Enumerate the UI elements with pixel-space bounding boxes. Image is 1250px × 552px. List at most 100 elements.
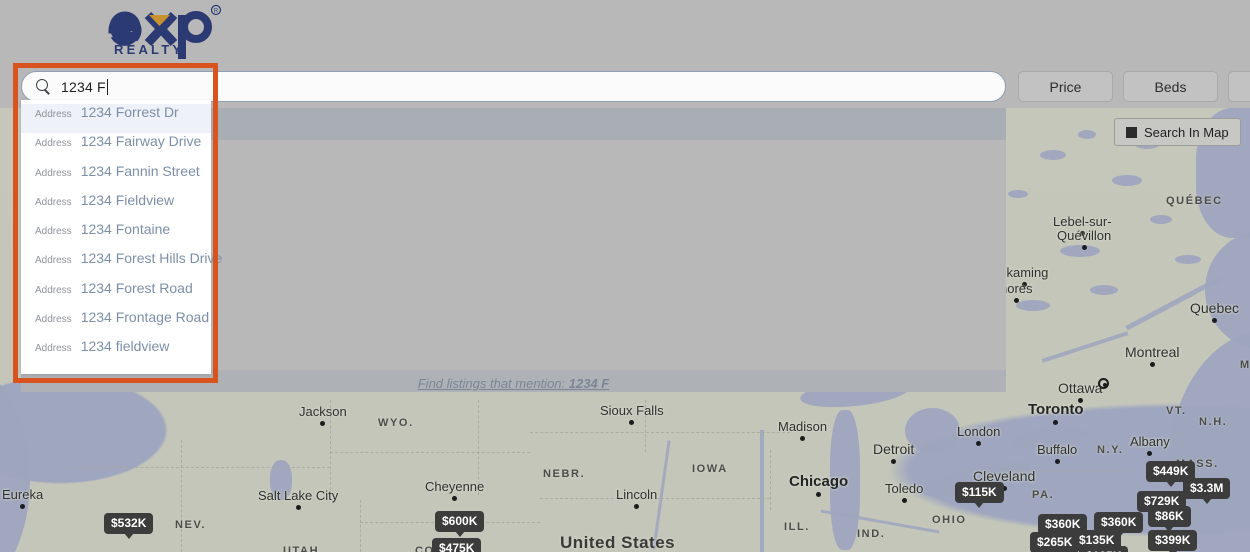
map-city-dot xyxy=(901,498,907,503)
map-city-label: Detroit xyxy=(873,441,914,464)
map-city-label: Chicago xyxy=(789,473,848,497)
suggestion-item[interactable]: Address 1234 Fieldview xyxy=(21,192,211,221)
map-state-label: VT. xyxy=(1166,405,1187,417)
map-city-dot xyxy=(1013,298,1019,303)
map-city-dot xyxy=(1077,398,1083,403)
map-city-text: Lebel-sur- xyxy=(1053,214,1112,229)
country-label: United States xyxy=(560,533,676,552)
map-city-label: Jackson xyxy=(299,404,347,426)
map-price-pin[interactable]: $115K xyxy=(955,482,1004,509)
suggestion-item[interactable]: Address 1234 Frontage Road xyxy=(21,309,211,338)
map-city-label: Sioux Falls xyxy=(600,403,664,425)
map-city-dot xyxy=(1054,459,1060,464)
suggestion-item[interactable]: Address 1234 Forest Hills Drive xyxy=(21,250,222,279)
suggestion-type-label: Address xyxy=(35,343,72,355)
map-state-label: M xyxy=(1240,359,1250,371)
map-city-label: Eureka xyxy=(2,487,43,509)
suggestion-address: 1234 Forest Hills Drive xyxy=(80,250,223,267)
search-input[interactable]: 1234 F xyxy=(21,71,1006,102)
map-city-text: Quévillon xyxy=(1057,228,1112,243)
border-h-3 xyxy=(530,432,790,433)
border-h-2 xyxy=(330,452,530,453)
suggestion-address: 1234 Forrest Dr xyxy=(80,104,179,120)
border-v-5 xyxy=(360,500,361,552)
suggestion-item[interactable]: Address 1234 fieldview xyxy=(21,338,211,367)
map-price-pin[interactable]: $475K xyxy=(432,538,482,552)
map-state-label: OHIO xyxy=(932,514,967,526)
suggestion-address: 1234 Fairway Drive xyxy=(80,133,202,150)
map-city-label: Quévillon xyxy=(1057,228,1111,250)
search-input-value: 1234 F xyxy=(61,78,106,95)
find-listings-link[interactable]: Find listings that mention: 1234 F xyxy=(21,376,1006,391)
map-price-pin[interactable]: $532K xyxy=(104,513,154,540)
ottawa-capital-marker xyxy=(1098,378,1109,389)
map-city-label: Lincoln xyxy=(616,487,657,509)
exp-realty-logo[interactable]: R REALTY xyxy=(108,2,238,62)
border-v-2 xyxy=(181,440,182,552)
map-city-dot xyxy=(891,459,897,464)
map-price-pin[interactable]: $600K xyxy=(435,511,485,538)
filter-price-label: Price xyxy=(1049,78,1082,95)
map-state-label: ILL. xyxy=(784,521,810,533)
map-city-label: Montreal xyxy=(1125,344,1179,367)
site-header: R REALTY xyxy=(0,0,1250,66)
map-city-text: Montreal xyxy=(1125,344,1180,360)
svg-text:REALTY: REALTY xyxy=(114,42,184,57)
find-listings-prefix: Find listings that mention: xyxy=(417,376,569,391)
suggestion-item[interactable]: Address 1234 Fairway Drive xyxy=(21,133,211,162)
suggestion-item[interactable]: Address 1234 Forrest Dr xyxy=(21,104,211,134)
map-city-text: Lincoln xyxy=(616,487,658,502)
suggestion-type-label: Address xyxy=(35,109,72,120)
map-city-text: Jackson xyxy=(299,404,347,419)
suggestion-address: 1234 Fieldview xyxy=(80,191,175,208)
filter-beds-button[interactable]: Beds xyxy=(1123,71,1218,102)
search-icon xyxy=(36,79,51,94)
map-state-label: WYO. xyxy=(378,417,414,429)
suggestion-address: 1234 fieldview xyxy=(80,338,170,355)
map-city-label: Toronto xyxy=(1028,401,1084,425)
map-city-label: Buffalo xyxy=(1037,442,1077,464)
border-h-1 xyxy=(70,467,330,468)
border-v-6 xyxy=(770,450,771,510)
map-city-dot xyxy=(800,436,806,441)
filter-beds-label: Beds xyxy=(1154,78,1187,95)
search-in-map-button[interactable]: Search In Map xyxy=(1114,118,1241,146)
map-price-pin[interactable]: $135K xyxy=(1079,546,1129,552)
mississippi-river xyxy=(760,430,764,552)
map-city-text: Quebec xyxy=(1190,300,1240,316)
lake-speckle-a xyxy=(1040,150,1066,160)
map-city-dot xyxy=(452,496,458,501)
map-city-dot xyxy=(1147,451,1153,456)
map-city-dot xyxy=(1081,245,1087,250)
suggestion-item[interactable]: Address 1234 Fannin Street xyxy=(21,163,211,192)
lake-speckle-c xyxy=(1112,175,1142,186)
map-city-text: Eureka xyxy=(2,487,44,502)
lake-speckle-b xyxy=(1078,130,1096,139)
map-state-label: NEV. xyxy=(175,519,207,531)
map-city-dot xyxy=(20,504,26,509)
map-city-dot xyxy=(629,420,635,425)
find-listings-query: 1234 F xyxy=(568,376,610,391)
app-root: Eureka Salt Lake City Jackson Cheyenne Linco… xyxy=(0,0,1250,552)
map-city-dot xyxy=(295,505,301,510)
map-city-text: Albany xyxy=(1130,434,1170,449)
map-price-pin[interactable]: $399K xyxy=(1148,530,1198,552)
filter-more-button[interactable]: More xyxy=(1228,71,1250,102)
map-city-dot xyxy=(634,504,640,509)
map-city-dot xyxy=(976,441,982,446)
map-price-pin[interactable]: $3.3M xyxy=(1183,478,1231,505)
map-state-label: PA. xyxy=(1032,489,1055,501)
search-in-map-label: Search In Map xyxy=(1144,124,1229,140)
map-city-dot xyxy=(816,492,822,497)
map-price-pin[interactable]: $86K xyxy=(1148,506,1191,533)
suggestion-address: 1234 Fontaine xyxy=(80,221,171,238)
map-city-text: Detroit xyxy=(873,441,915,457)
map-city-label: Ottawa xyxy=(1058,380,1102,403)
filter-price-button[interactable]: Price xyxy=(1018,71,1113,102)
suggestion-item[interactable]: Address 1234 Fontaine xyxy=(21,221,211,250)
suggestion-type-label: Address xyxy=(35,226,72,238)
map-state-label: N.H. xyxy=(1199,416,1228,428)
address-suggestion-list[interactable]: Address 1234 Forrest Dr Address 1234 Fairwa… xyxy=(21,100,222,374)
suggestion-type-label: Address xyxy=(35,255,72,267)
suggestion-item[interactable]: Address 1234 Forest Road xyxy=(21,280,211,309)
